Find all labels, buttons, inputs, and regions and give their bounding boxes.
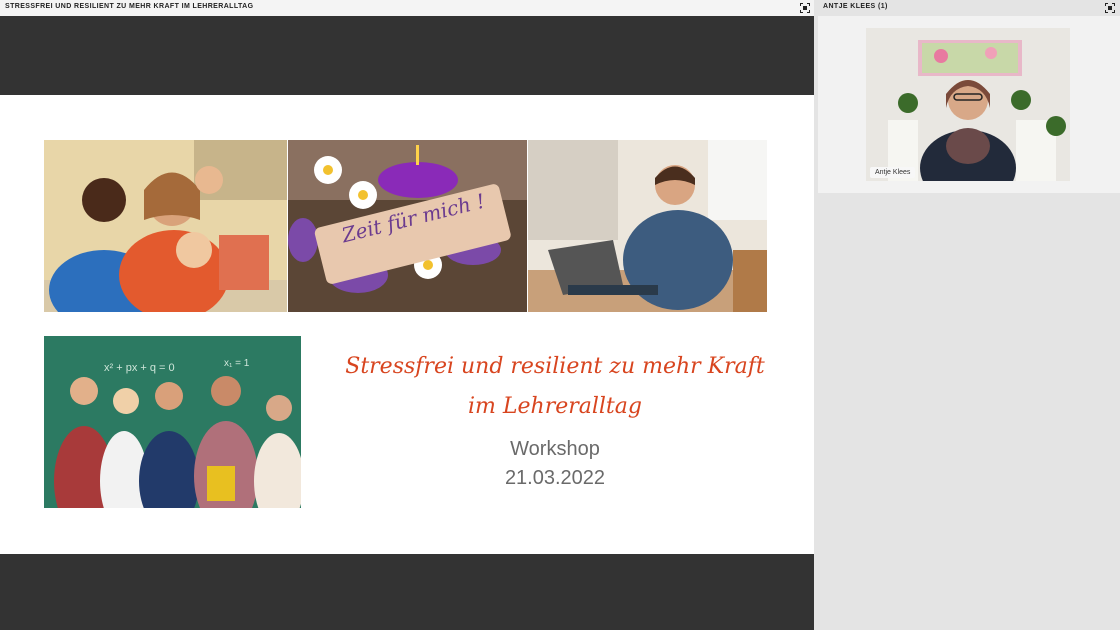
svg-text:x₁ = 1: x₁ = 1 (224, 358, 250, 369)
fullscreen-icon[interactable] (1105, 3, 1115, 13)
participants-label: ANTJE KLEES (1) (823, 3, 888, 10)
slide-subtitle: Workshop (510, 438, 600, 460)
photo-teacher-children (44, 140, 287, 312)
slide-date: 21.03.2022 (504, 467, 606, 489)
slide-title-line2: im Lehreralltag (468, 394, 642, 419)
presentation-stage: Zeit für mich ! x² + px + q = 0 x₁ = 1 S… (0, 16, 814, 630)
slide-title-line1: Stressfrei und resilient zu mehr Kraft (345, 354, 765, 379)
photo-man-laptop (528, 140, 767, 312)
fullscreen-icon[interactable] (800, 3, 810, 13)
photo-teacher-group: x² + px + q = 0 x₁ = 1 (44, 336, 301, 508)
video-panel: Antje Klees (818, 16, 1120, 193)
slide: Zeit für mich ! x² + px + q = 0 x₁ = 1 S… (0, 95, 814, 554)
participants-header: ANTJE KLEES (1) (818, 0, 1120, 16)
presentation-title: STRESSFREI UND RESILIENT ZU MEHR KRAFT I… (5, 3, 254, 10)
participant-video[interactable]: Antje Klees (866, 28, 1070, 181)
participant-name-tag: Antje Klees (870, 167, 916, 178)
svg-text:x² + px + q = 0: x² + px + q = 0 (104, 362, 175, 374)
photo-zeit-fuer-mich: Zeit für mich ! (288, 140, 527, 312)
presentation-title-bar: STRESSFREI UND RESILIENT ZU MEHR KRAFT I… (0, 0, 814, 16)
